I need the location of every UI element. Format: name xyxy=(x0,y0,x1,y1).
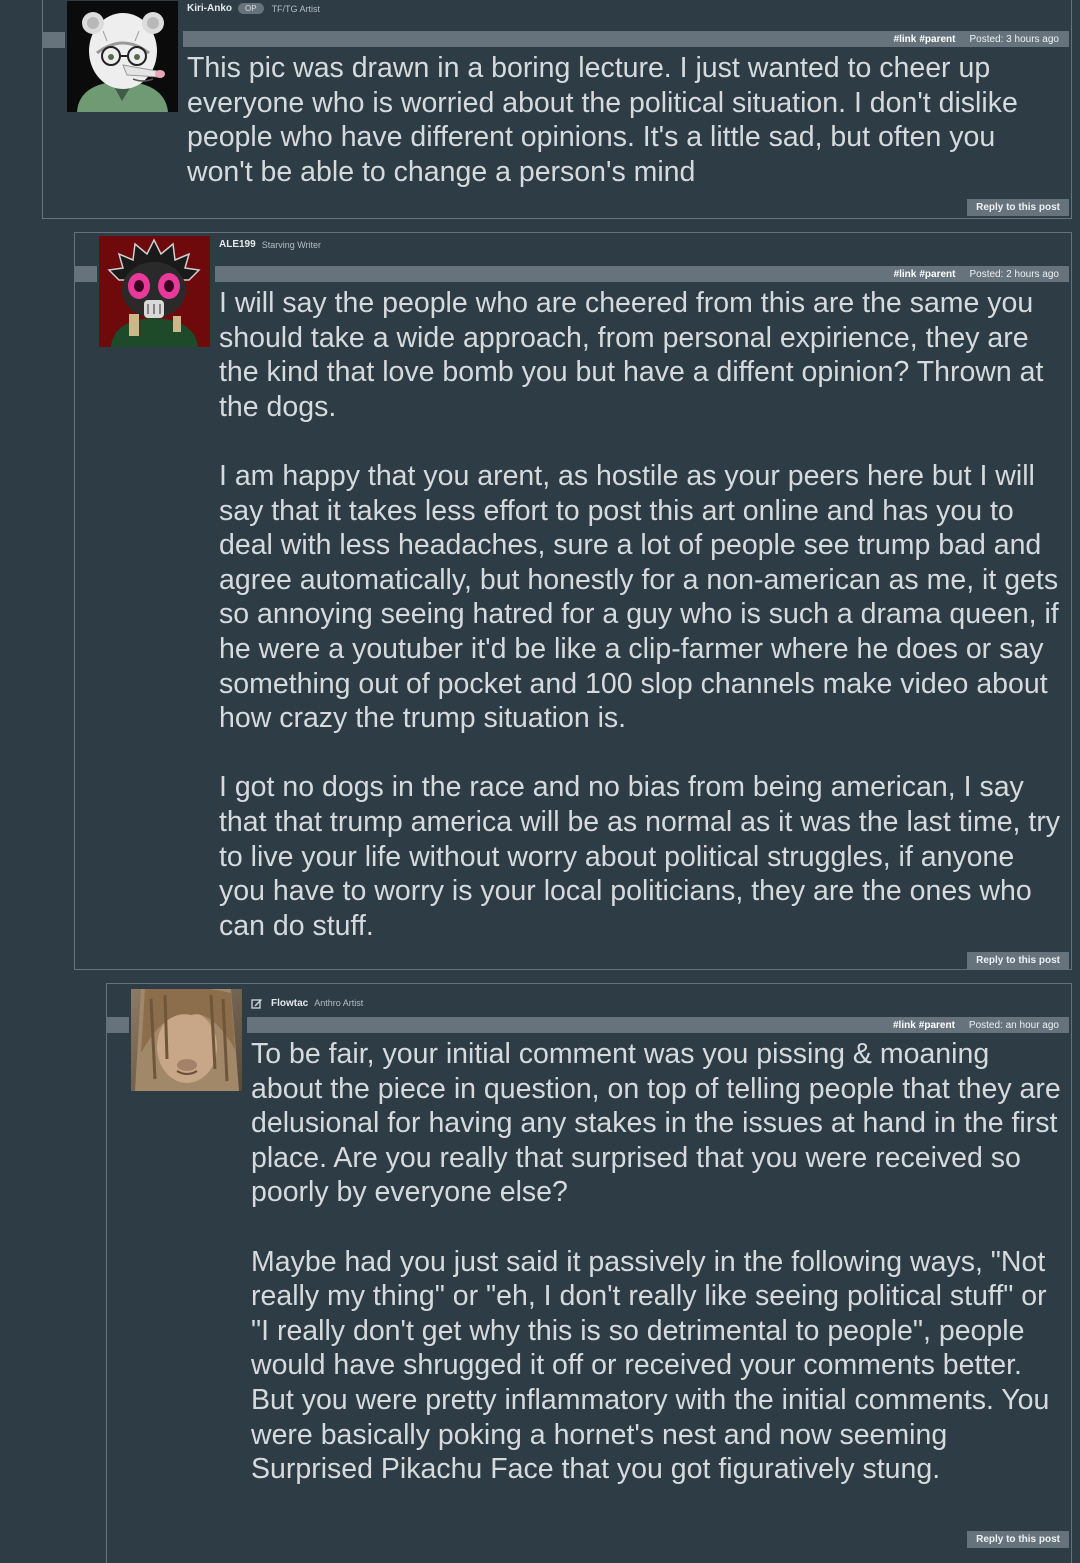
comment-paragraph: This pic was drawn in a boring lecture. … xyxy=(187,52,1018,188)
link-link[interactable]: #link xyxy=(894,269,917,280)
avatar[interactable] xyxy=(99,236,210,347)
parent-link[interactable]: #parent xyxy=(919,269,955,280)
reply-button[interactable]: Reply to this post xyxy=(967,199,1069,216)
avatar[interactable] xyxy=(67,1,178,112)
comment-meta-bar: #link #parent Posted: 2 hours ago xyxy=(215,266,1069,282)
username[interactable]: Flowtac xyxy=(271,998,308,1009)
edit-icon xyxy=(251,997,263,1009)
username[interactable]: Kiri-Anko xyxy=(187,3,232,14)
username[interactable]: ALE199 xyxy=(219,239,256,250)
comment-header: Kiri-Anko OP TF/TG Artist xyxy=(187,3,320,14)
link-link[interactable]: #link xyxy=(894,34,917,45)
parent-link[interactable]: #parent xyxy=(919,34,955,45)
link-link[interactable]: #link xyxy=(893,1020,916,1031)
comment-body: To be fair, your initial comment was you… xyxy=(251,1037,1061,1487)
user-title: Starving Writer xyxy=(261,239,322,250)
comment-paragraph: To be fair, your initial comment was you… xyxy=(251,1038,1061,1209)
comment: ALE199 Starving Writer #link #parent Pos… xyxy=(74,232,1072,970)
thread-indent-marker xyxy=(107,1017,129,1033)
comment: Flowtac Anthro Artist #link #parent Post… xyxy=(106,983,1072,1563)
comment-paragraph: I got no dogs in the race and no bias fr… xyxy=(219,771,1061,942)
posted-time: Posted: 3 hours ago xyxy=(969,33,1059,45)
parent-link[interactable]: #parent xyxy=(919,1020,955,1031)
thread-indent-marker xyxy=(43,32,65,48)
photo-avatar-icon xyxy=(131,989,242,1091)
comment-paragraph: Maybe had you just said it passively in … xyxy=(251,1245,1050,1486)
thread-indent-marker xyxy=(75,266,97,282)
user-title: Anthro Artist xyxy=(314,998,364,1008)
comment-header: ALE199 Starving Writer xyxy=(219,239,321,250)
gasmask-avatar-icon xyxy=(99,236,210,347)
comment-paragraph: I am happy that you arent, as hostile as… xyxy=(219,459,1059,735)
comment-body: This pic was drawn in a boring lecture. … xyxy=(187,51,1061,189)
user-title: TF/TG Artist xyxy=(271,3,321,14)
posted-time: Posted: 2 hours ago xyxy=(969,268,1059,280)
reply-button[interactable]: Reply to this post xyxy=(967,952,1069,969)
comment-meta-bar: #link #parent Posted: 3 hours ago xyxy=(183,31,1069,47)
opossum-avatar-icon xyxy=(67,1,178,112)
reply-button[interactable]: Reply to this post xyxy=(967,1531,1069,1548)
comment-body: I will say the people who are cheered fr… xyxy=(219,286,1061,943)
avatar[interactable] xyxy=(131,989,242,1091)
comment-meta-bar: #link #parent Posted: an hour ago xyxy=(247,1017,1069,1033)
op-badge: OP xyxy=(238,3,264,14)
comment-paragraph: I will say the people who are cheered fr… xyxy=(219,287,1044,423)
posted-time: Posted: an hour ago xyxy=(968,1019,1059,1031)
comment-header: Flowtac Anthro Artist xyxy=(251,997,363,1009)
comment: Kiri-Anko OP TF/TG Artist #link #parent … xyxy=(42,0,1072,219)
